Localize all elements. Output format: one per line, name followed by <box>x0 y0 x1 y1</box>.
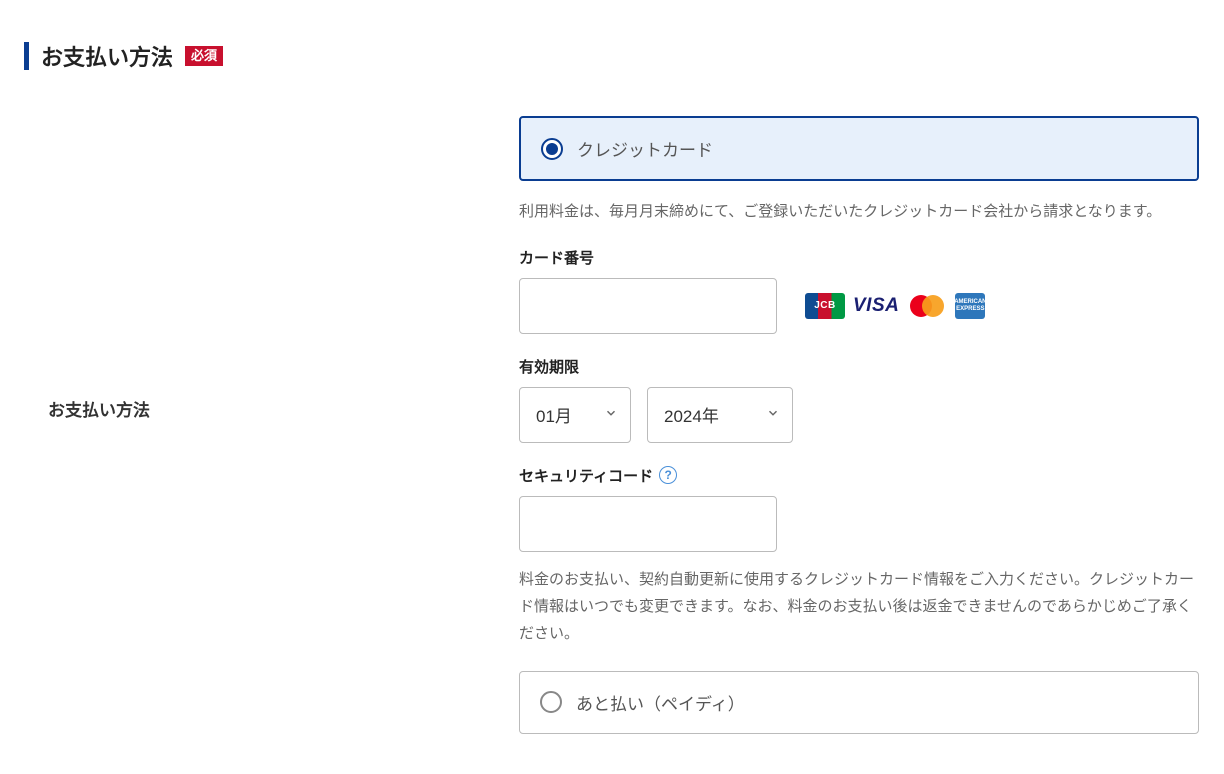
jcb-icon: JCB <box>805 293 845 319</box>
chevron-down-icon <box>604 405 618 425</box>
radio-dot-icon <box>546 143 558 155</box>
payment-options: クレジットカード 利用料金は、毎月月末締めにて、ご登録いただいたクレジットカード… <box>519 116 1199 734</box>
required-badge: 必須 <box>185 46 223 67</box>
amex-icon: AMERICAN EXPRESS <box>955 293 985 319</box>
credit-card-description: 利用料金は、毎月月末締めにて、ご登録いただいたクレジットカード会社から請求となり… <box>519 199 1199 225</box>
section-accent-bar <box>24 42 29 70</box>
security-code-group: セキュリティコード ? 料金のお支払い、契約自動更新に使用するクレジットカード情… <box>519 465 1199 647</box>
radio-credit-card-label: クレジットカード <box>577 136 713 161</box>
radio-paidy[interactable]: あと払い（ペイディ） <box>519 671 1199 734</box>
expiry-month-value: 01月 <box>536 402 572 427</box>
radio-credit-card[interactable]: クレジットカード <box>519 116 1199 181</box>
section-title: お支払い方法 <box>41 40 173 72</box>
visa-icon: VISA <box>853 293 899 319</box>
security-code-label: セキュリティコード <box>519 465 653 486</box>
card-number-group: カード番号 JCB VISA AMERICAN EXPRESS <box>519 247 1199 334</box>
security-code-input[interactable] <box>519 496 777 552</box>
section-header: お支払い方法 必須 <box>24 40 1200 72</box>
card-number-input[interactable] <box>519 278 777 334</box>
expiry-group: 有効期限 01月 2024年 <box>519 356 1199 443</box>
chevron-down-icon <box>766 405 780 425</box>
expiry-month-select[interactable]: 01月 <box>519 387 631 443</box>
row-label: お支払い方法 <box>24 116 519 421</box>
radio-icon <box>540 691 562 713</box>
card-brand-icons: JCB VISA AMERICAN EXPRESS <box>805 293 985 319</box>
card-number-label: カード番号 <box>519 247 1199 268</box>
radio-paidy-label: あと払い（ペイディ） <box>576 690 745 715</box>
help-icon[interactable]: ? <box>659 466 677 484</box>
expiry-year-select[interactable]: 2024年 <box>647 387 793 443</box>
expiry-label: 有効期限 <box>519 356 1199 377</box>
mastercard-icon <box>907 293 947 319</box>
expiry-year-value: 2024年 <box>664 402 719 427</box>
payment-method-row: お支払い方法 クレジットカード 利用料金は、毎月月末締めにて、ご登録いただいたク… <box>24 116 1200 734</box>
credit-card-note: 料金のお支払い、契約自動更新に使用するクレジットカード情報をご入力ください。クレ… <box>519 566 1199 647</box>
radio-icon <box>541 138 563 160</box>
